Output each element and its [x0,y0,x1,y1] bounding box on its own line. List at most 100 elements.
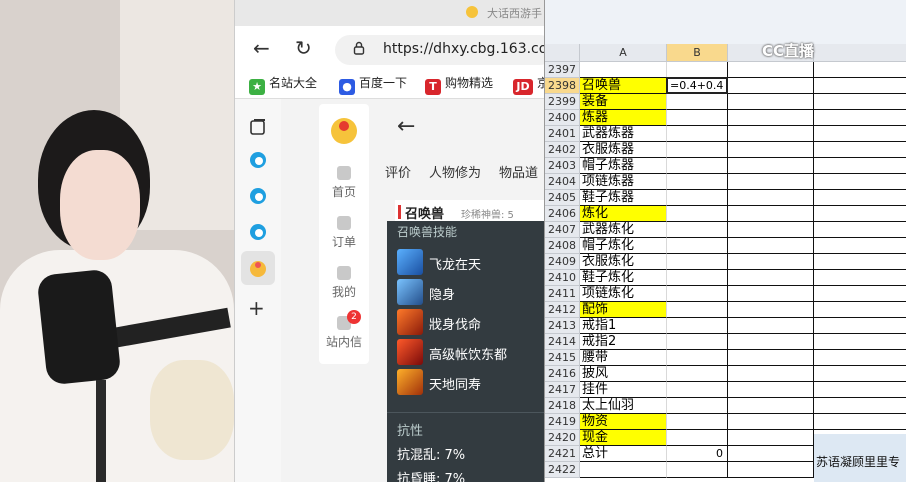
cell-d[interactable] [814,254,906,270]
cell-d[interactable] [814,382,906,398]
new-tab-plus-icon[interactable]: + [248,296,265,320]
cell-c[interactable] [728,78,814,94]
row-header[interactable]: 2401 [545,126,580,142]
cell-c[interactable] [728,286,814,302]
cell-c[interactable] [728,366,814,382]
row-header[interactable]: 2405 [545,190,580,206]
cell-c[interactable] [728,398,814,414]
row-header[interactable]: 2421 [545,446,580,462]
cbg-tab-icon[interactable] [247,257,269,279]
cell-a[interactable]: 装备 [580,94,667,110]
bookmark-item[interactable]: JD京 [513,74,545,95]
cell-d[interactable] [814,350,906,366]
row-header[interactable]: 2398 [545,78,580,94]
cell-a[interactable]: 披风 [580,366,667,382]
cell-b[interactable] [667,382,728,398]
cell-a[interactable]: 炼器 [580,110,667,126]
cell-d[interactable] [814,414,906,430]
cell-a[interactable]: 项链炼化 [580,286,667,302]
bookmark-item[interactable]: T 购物精选 [425,74,493,95]
cell-a[interactable]: 戒指2 [580,334,667,350]
cell-c[interactable] [728,270,814,286]
cell-c[interactable] [728,238,814,254]
cell-a[interactable]: 太上仙羽 [580,398,667,414]
bookmark-item[interactable]: ● 百度一下 [339,74,407,95]
cell-d[interactable] [814,270,906,286]
active-cell-b2398[interactable]: =0.4+0.4 [666,77,728,94]
cell-b[interactable] [667,94,728,110]
cell-d[interactable] [814,110,906,126]
edge-tab-icon[interactable] [247,149,269,171]
row-header[interactable]: 2411 [545,286,580,302]
cell-d[interactable] [814,158,906,174]
cell-d[interactable] [814,366,906,382]
cell-c[interactable] [728,462,814,478]
cell-b[interactable] [667,398,728,414]
tab-title[interactable]: 大话西游手 [487,5,542,21]
cell-a[interactable] [580,462,667,478]
cell-d[interactable] [814,318,906,334]
row-header[interactable]: 2402 [545,142,580,158]
row-header[interactable]: 2406 [545,206,580,222]
cell-b[interactable] [667,414,728,430]
edge-tab-icon[interactable] [247,221,269,243]
cell-a[interactable]: 武器炼化 [580,222,667,238]
cell-c[interactable] [728,382,814,398]
cell-d[interactable] [814,174,906,190]
cell-b[interactable] [667,286,728,302]
cell-a[interactable]: 帽子炼器 [580,158,667,174]
row-header[interactable]: 2415 [545,350,580,366]
cell-b[interactable] [667,430,728,446]
row-header[interactable]: 2416 [545,366,580,382]
page-back-button[interactable]: ← [397,114,415,139]
cell-c[interactable] [728,142,814,158]
cell-c[interactable] [728,110,814,126]
select-all-corner[interactable] [545,44,580,62]
cell-d[interactable] [814,78,906,94]
row-header[interactable]: 2409 [545,254,580,270]
tab-reviews[interactable]: 评价 [385,166,411,181]
cell-d[interactable] [814,286,906,302]
cell-b[interactable] [667,462,728,478]
cell-b[interactable] [667,254,728,270]
cell-a[interactable]: 鞋子炼器 [580,190,667,206]
cell-b[interactable]: 0 [667,446,728,462]
nav-orders[interactable]: 订单 [319,216,369,250]
tab-items[interactable]: 物品道 [499,166,538,181]
cell-a[interactable]: 鞋子炼化 [580,270,667,286]
nav-messages[interactable]: 2 站内信 [319,310,369,350]
cell-c[interactable] [728,158,814,174]
tab-cultivation[interactable]: 人物修为 [429,166,481,181]
cell-b[interactable] [667,174,728,190]
cell-c[interactable] [728,318,814,334]
reload-button[interactable]: ↻ [295,36,312,60]
cell-b[interactable] [667,334,728,350]
column-header-b[interactable]: B [667,44,728,62]
nav-mine[interactable]: 我的 [319,266,369,300]
cell-a[interactable]: 召唤兽 [580,78,667,94]
cell-c[interactable] [728,174,814,190]
cell-c[interactable] [728,62,814,78]
cell-a[interactable]: 帽子炼化 [580,238,667,254]
cell-c[interactable] [728,446,814,462]
cell-b[interactable] [667,302,728,318]
cell-c[interactable] [728,222,814,238]
row-header[interactable]: 2400 [545,110,580,126]
cell-b[interactable] [667,222,728,238]
cell-a[interactable]: 物资 [580,414,667,430]
url-text[interactable]: https://dhxy.cbg.163.com [383,41,545,57]
row-header[interactable]: 2417 [545,382,580,398]
column-header-d[interactable] [814,44,906,62]
row-header[interactable]: 2422 [545,462,580,478]
cell-a[interactable]: 挂件 [580,382,667,398]
cell-b[interactable] [667,62,728,78]
tabs-panel-icon[interactable] [247,116,269,138]
row-header[interactable]: 2412 [545,302,580,318]
cell-a[interactable]: 衣服炼器 [580,142,667,158]
cell-d[interactable] [814,238,906,254]
column-header-a[interactable]: A [580,44,667,62]
cell-c[interactable] [728,414,814,430]
row-header[interactable]: 2404 [545,174,580,190]
cell-b[interactable] [667,110,728,126]
cell-b[interactable] [667,126,728,142]
